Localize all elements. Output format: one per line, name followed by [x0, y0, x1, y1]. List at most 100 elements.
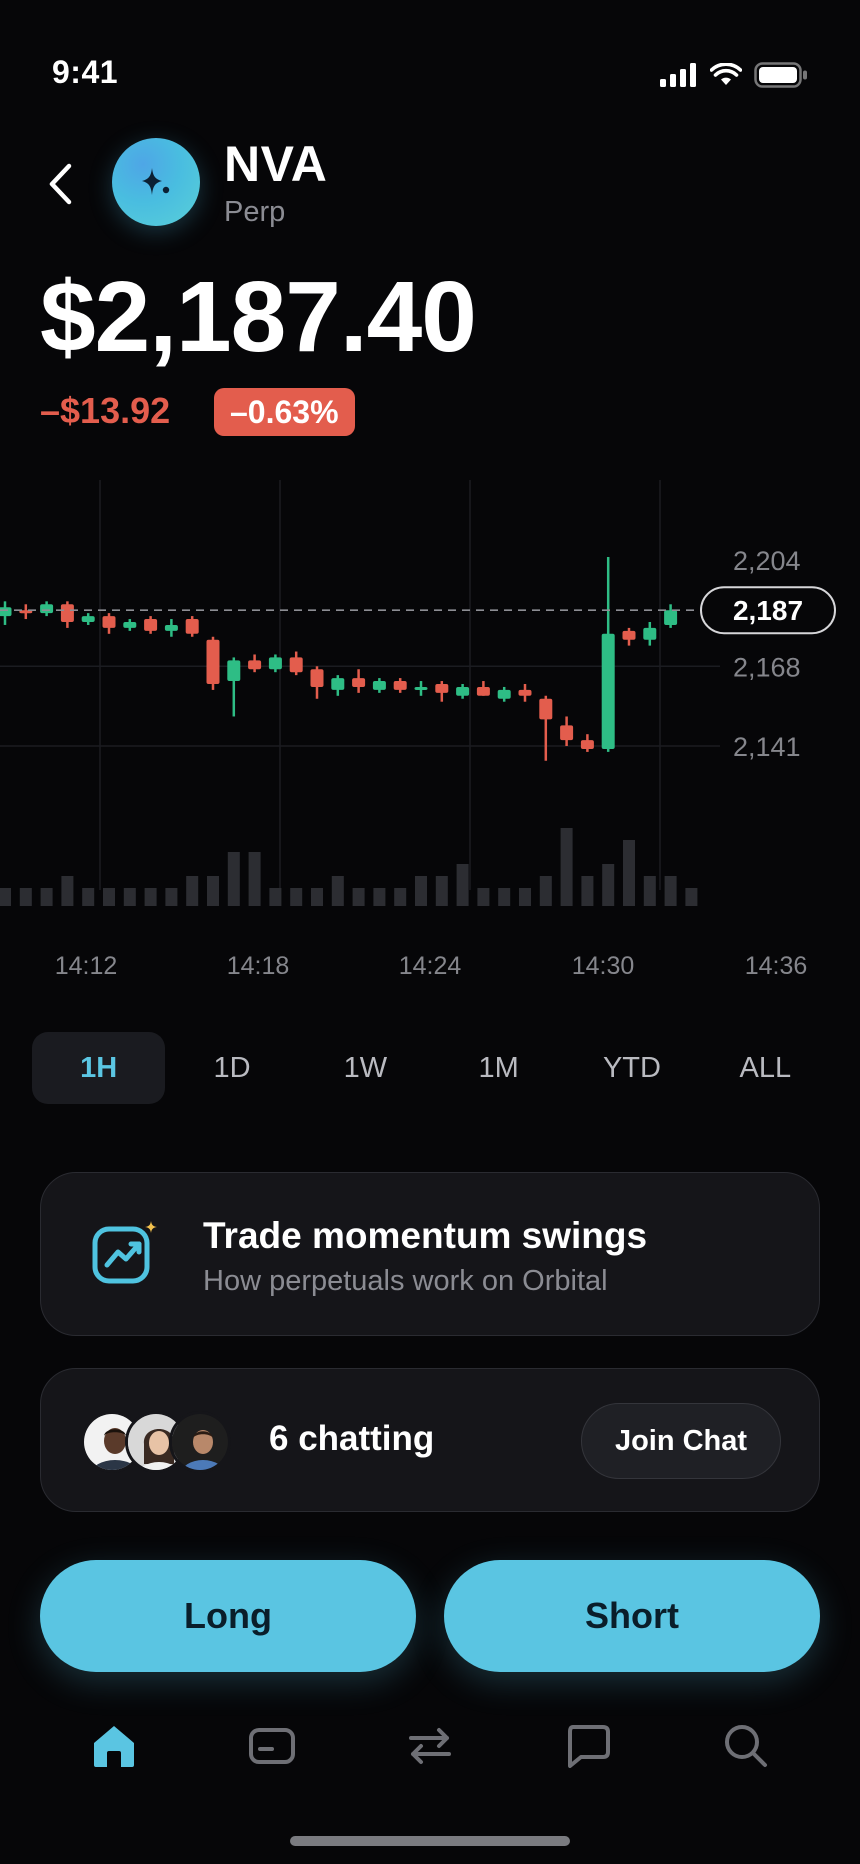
volume-bar — [415, 876, 427, 906]
volume-bar — [40, 888, 53, 906]
x-tick-label: 14:36 — [745, 952, 808, 980]
price-chart[interactable]: 2,187 2,2042,1682,141 14:12 14:18 14:24 14:… — [0, 470, 860, 990]
y-tick-label: 2,141 — [733, 732, 801, 762]
long-button[interactable]: Long — [40, 1560, 416, 1672]
volume-bar — [456, 864, 469, 906]
volume-bar — [394, 888, 407, 906]
volume-bar — [331, 876, 344, 906]
avatar — [169, 1411, 231, 1473]
volume-bar — [623, 840, 635, 906]
candle — [268, 657, 282, 670]
y-tick-label: 2,168 — [733, 652, 801, 682]
chat-avatars — [81, 1411, 241, 1473]
candle — [102, 616, 116, 628]
tab-ytd[interactable]: YTD — [565, 1032, 698, 1104]
volume-bar — [61, 876, 74, 906]
price-change-percent-badge: –0.63% — [214, 388, 355, 436]
wallet-icon — [249, 1728, 295, 1764]
status-time: 9:41 — [52, 54, 119, 90]
token-ticker: NVA — [224, 136, 328, 192]
x-tick-label: 14:24 — [399, 952, 462, 980]
short-button[interactable]: Short — [444, 1560, 820, 1672]
chat-icon — [568, 1725, 610, 1768]
tab-1h[interactable]: 1H — [32, 1032, 166, 1104]
join-chat-button[interactable]: Join Chat — [581, 1403, 781, 1479]
volume-bar — [248, 852, 261, 906]
volume-bar — [311, 888, 323, 906]
candle — [456, 686, 470, 696]
trend-chart-icon — [92, 1221, 157, 1284]
timeframe-tabs: 1H 1D 1W 1M YTD ALL — [32, 1032, 832, 1104]
volume-bar — [227, 852, 240, 906]
y-axis-labels: 2,204 2,168 2,141 — [733, 546, 801, 762]
chat-participant-count: 6 chatting — [269, 1419, 435, 1458]
volume-bar — [19, 888, 32, 906]
candle — [393, 681, 407, 690]
nav-search[interactable] — [718, 1718, 774, 1774]
candle — [248, 660, 262, 670]
x-axis-labels: 14:12 14:18 14:24 14:30 14:36 — [55, 952, 808, 980]
candles — [0, 557, 678, 761]
nav-chat[interactable] — [560, 1718, 616, 1774]
nav-home[interactable] — [86, 1718, 142, 1774]
learn-card-subtitle: How perpetuals work on Orbital — [203, 1265, 608, 1297]
token-logo — [112, 138, 200, 226]
learn-card[interactable]: Trade momentum swings How perpetuals wor… — [40, 1172, 820, 1336]
candle — [560, 725, 574, 741]
learn-card-title: Trade momentum swings — [203, 1215, 648, 1256]
volume-bar — [373, 888, 386, 906]
candle — [497, 689, 511, 699]
status-bar: 9:41 — [0, 0, 860, 110]
volume-bar — [477, 888, 490, 906]
back-button[interactable] — [38, 158, 82, 210]
bottom-nav — [0, 1706, 860, 1786]
volume-bar — [123, 888, 136, 906]
swap-icon — [409, 1728, 451, 1764]
home-indicator — [290, 1836, 570, 1846]
candle — [185, 619, 199, 634]
current-price: $2,187.40 — [40, 261, 477, 373]
volume-bar — [602, 864, 615, 906]
battery-icon — [754, 62, 807, 88]
candle — [476, 686, 490, 696]
candle — [60, 604, 74, 622]
tab-1d[interactable]: 1D — [165, 1032, 298, 1104]
nav-swap[interactable] — [402, 1718, 458, 1774]
candle — [123, 622, 137, 628]
candle — [289, 657, 303, 673]
candle — [664, 610, 678, 625]
volume-bar — [498, 888, 511, 906]
volume-bar — [0, 888, 11, 906]
volume-bar — [165, 888, 178, 906]
nav-wallet[interactable] — [244, 1718, 300, 1774]
candle — [144, 619, 158, 631]
volume-bar — [352, 888, 365, 906]
x-tick-label: 14:30 — [572, 952, 635, 980]
price-change-absolute: –$13.92 — [40, 390, 171, 431]
volume-bar — [144, 888, 157, 906]
x-tick-label: 14:18 — [227, 952, 290, 980]
volume-bar — [103, 888, 115, 906]
signal-icon — [660, 63, 696, 87]
candle — [310, 669, 324, 687]
tab-1m[interactable]: 1M — [432, 1032, 565, 1104]
candle — [331, 678, 345, 690]
tab-1w[interactable]: 1W — [299, 1032, 432, 1104]
candle — [518, 689, 532, 696]
volume-bar — [685, 888, 698, 906]
candle — [601, 633, 615, 749]
tab-all[interactable]: ALL — [699, 1032, 832, 1104]
x-tick-label: 14:12 — [55, 952, 118, 980]
candle — [622, 630, 636, 640]
volume-bar — [186, 876, 199, 906]
candle — [372, 681, 386, 690]
candle — [539, 698, 553, 720]
candle — [227, 660, 241, 682]
volume-bar — [207, 876, 219, 906]
candle — [206, 639, 220, 684]
candle — [352, 678, 366, 687]
candle — [435, 684, 449, 693]
y-tick-label: 2,204 — [733, 546, 801, 576]
candle — [414, 686, 428, 690]
volume-bar — [539, 876, 552, 906]
